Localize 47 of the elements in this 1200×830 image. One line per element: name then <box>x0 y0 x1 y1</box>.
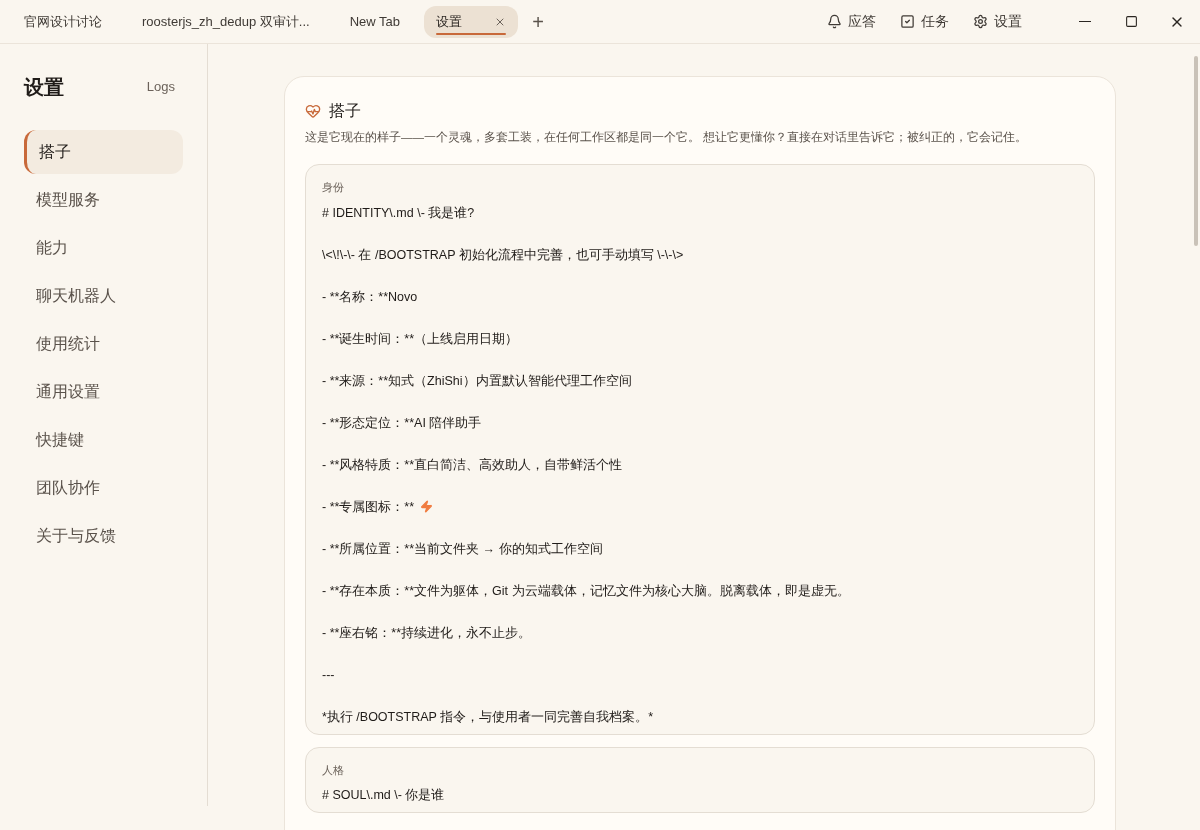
text-line: - **名称：**Novo <box>322 288 418 306</box>
sidebar-item[interactable]: 使用统计 <box>24 322 183 366</box>
text-line: - **风格特质：**直白简洁、高效助人，自带鲜活个性 <box>322 456 623 474</box>
text-line: - **存在本质：**文件为躯体，Git 为云端载体，记忆文件为核心大脑。脱离载体，即是虚无。 <box>322 582 850 600</box>
text-line: # IDENTITY\.md \- 我是谁? <box>322 204 475 222</box>
text-area[interactable] <box>305 164 1095 735</box>
lightning-icon <box>419 500 433 514</box>
logs-link[interactable]: Logs <box>146 77 175 97</box>
heart-pulse-icon <box>305 103 321 119</box>
tab[interactable]: 官网设计讨论 <box>8 5 118 38</box>
tab[interactable]: roosterjs_zh_dedup 双审计... <box>126 5 326 38</box>
sidebar-item[interactable]: 通用设置 <box>24 370 183 414</box>
toolbar-button[interactable]: 任务 <box>900 11 949 32</box>
sidebar-item[interactable]: 快捷键 <box>24 418 183 462</box>
text-line: # SOUL\.md \- 你是谁 <box>322 787 445 805</box>
toolbar-button[interactable]: 设置 <box>973 11 1022 32</box>
sidebar-item[interactable]: 能力 <box>24 226 183 270</box>
new-tab-button[interactable]: + <box>526 9 550 34</box>
panel-title: 搭子 <box>329 101 361 121</box>
sidebar-title: 设置 <box>24 75 64 100</box>
sidebar-item[interactable]: 搭子 <box>24 130 183 174</box>
text-line: --- <box>322 666 335 684</box>
scrollbar-thumb[interactable] <box>1194 56 1198 246</box>
sidebar-item[interactable]: 关于与反馈 <box>24 514 183 558</box>
sidebar-item[interactable]: 聊天机器人 <box>24 274 183 318</box>
tab[interactable]: 设置 <box>424 5 518 38</box>
panel-description: 这是它现在的样子——一个灵魂，多套工装，在任何工作区都是同一个它。 想让它更懂你？直接在对话里告诉它；被纠正的，它会记住。 <box>305 130 1029 145</box>
tab[interactable]: New Tab <box>333 5 416 38</box>
text-line: - **诞生时间：**（上线启用日期） <box>322 330 519 348</box>
text-line: - **来源：**知式（ZhiShi）内置默认智能代理工作空间 <box>322 372 632 390</box>
settings-icon <box>973 14 988 29</box>
text-area[interactable]: 人格 # SOUL\.md \- 你是谁 <box>305 746 1095 814</box>
bell-icon <box>827 14 842 29</box>
text-line: *执行 /BOOTSTRAP 指令，与使用者一同完善自我档案。* <box>322 708 653 726</box>
sidebar-item[interactable]: 团队协作 <box>24 466 183 510</box>
text-line: - **形态定位：**AI 陪伴助手 <box>322 414 482 432</box>
text-line: - **专属图标：** <box>322 498 416 516</box>
field-label: 人格 <box>322 762 345 778</box>
text-line: - **座右铭：**持续进化，永不止步。 <box>322 624 532 642</box>
maximize-icon <box>1124 15 1138 28</box>
text-line: \<\!\-\- 在 /BOOTSTRAP 初始化流程中完善，也可手动填写 \-\-\> <box>322 246 684 264</box>
checkbox-icon <box>900 14 915 29</box>
text-line: - **所属位置：**当前文件夹 → 你的知式工作空间 <box>322 540 603 558</box>
toolbar-button[interactable]: 应答 <box>827 11 876 32</box>
minimize-icon <box>1079 20 1091 23</box>
sidebar-item[interactable]: 模型服务 <box>24 178 183 222</box>
field-label: 身份 <box>322 180 345 196</box>
